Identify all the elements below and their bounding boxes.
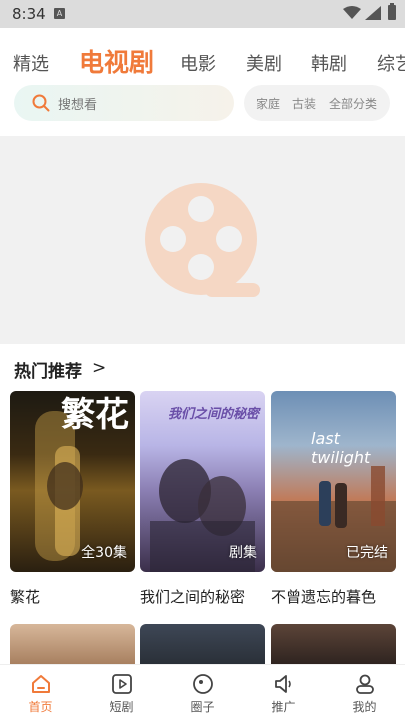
- quick-filters: 家庭 古装 全部分类: [244, 85, 390, 121]
- card-title[interactable]: 不曾遗忘的暮色: [271, 586, 376, 607]
- filter-costume[interactable]: 古装: [292, 95, 316, 112]
- nav-mine[interactable]: 我的: [324, 665, 405, 721]
- search-icon: [32, 94, 50, 112]
- drama-card-partial[interactable]: [271, 624, 396, 664]
- nav-home[interactable]: 首页: [0, 665, 81, 721]
- search-placeholder: 搜想看: [58, 98, 98, 113]
- tab-k-drama[interactable]: 韩剧: [311, 50, 347, 76]
- category-tabs: 精选 电视剧 电影 美剧 韩剧 综艺: [0, 42, 405, 82]
- poster-title: 我们之间的秘密: [168, 407, 260, 422]
- search-input[interactable]: 搜想看: [14, 85, 234, 121]
- nav-label: 短剧: [109, 700, 134, 714]
- status-bar: 8:34 A: [0, 0, 405, 28]
- nav-label: 圈子: [190, 700, 215, 714]
- card-title[interactable]: 我们之间的秘密: [140, 586, 245, 607]
- wifi-icon: [343, 6, 361, 19]
- section-title[interactable]: 热门推荐: [14, 357, 82, 382]
- poster-image[interactable]: last twilight 已完结: [271, 391, 396, 572]
- nav-shorts[interactable]: 短剧: [81, 665, 162, 721]
- nav-label: 首页: [28, 700, 53, 714]
- bottom-nav: 首页 短剧 圈子 推广 我的: [0, 664, 405, 721]
- tab-movies[interactable]: 电影: [180, 50, 216, 76]
- circle-icon: [193, 674, 213, 694]
- episode-badge: 全30集: [81, 545, 127, 561]
- drama-card[interactable]: 繁花 全30集 繁花: [10, 391, 135, 606]
- drama-card[interactable]: last twilight 已完结 不曾遗忘的暮色: [271, 391, 396, 606]
- poster-title: 繁花: [61, 395, 129, 435]
- tab-variety[interactable]: 综艺: [377, 50, 405, 76]
- poster-title: last twilight: [311, 429, 371, 467]
- nav-circle[interactable]: 圈子: [162, 665, 243, 721]
- filter-family[interactable]: 家庭: [256, 95, 280, 112]
- drama-card-partial[interactable]: [10, 624, 135, 664]
- play-square-icon: [112, 674, 132, 694]
- chevron-right-icon[interactable]: >: [92, 358, 106, 378]
- speaker-icon: [275, 675, 291, 693]
- nav-promote[interactable]: 推广: [243, 665, 324, 721]
- drama-card-partial[interactable]: [140, 624, 265, 664]
- card-title[interactable]: 繁花: [10, 586, 40, 607]
- status-time: 8:34: [12, 5, 46, 23]
- poster-image[interactable]: 繁花 全30集: [10, 391, 135, 572]
- banner[interactable]: [0, 136, 405, 344]
- tab-us-drama[interactable]: 美剧: [246, 50, 282, 76]
- nav-label: 推广: [271, 700, 296, 714]
- tab-featured[interactable]: 精选: [13, 50, 49, 76]
- notification-icon: A: [54, 8, 65, 19]
- person-icon: [356, 674, 374, 694]
- status-badge: 剧集: [229, 545, 257, 561]
- tab-tv-series[interactable]: 电视剧: [79, 43, 154, 79]
- filter-all-categories[interactable]: 全部分类: [329, 95, 377, 112]
- film-reel-icon: [145, 183, 260, 297]
- poster-image[interactable]: 我们之间的秘密 剧集: [140, 391, 265, 572]
- status-badge: 已完结: [346, 545, 388, 561]
- battery-icon: [388, 3, 396, 20]
- nav-label: 我的: [352, 700, 377, 714]
- drama-card[interactable]: 我们之间的秘密 剧集 我们之间的秘密: [140, 391, 265, 606]
- signal-icon: [365, 6, 381, 20]
- home-icon: [32, 675, 50, 693]
